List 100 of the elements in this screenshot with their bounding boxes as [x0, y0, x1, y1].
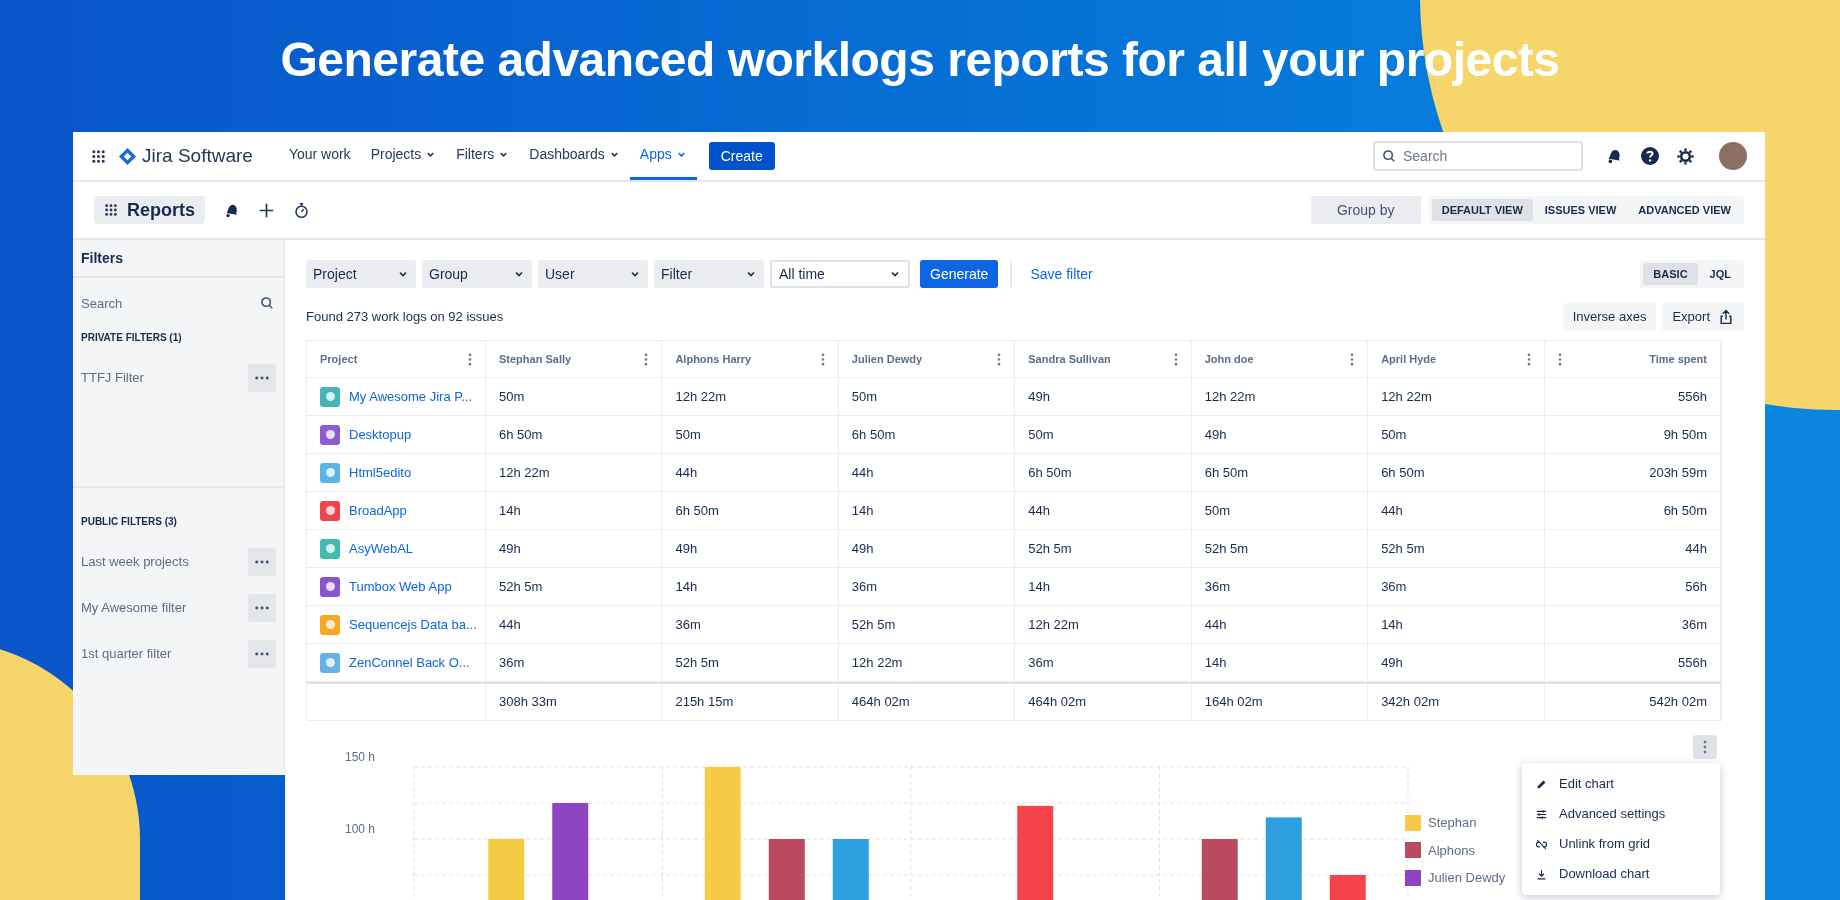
project-link[interactable]: Desktopup	[349, 424, 412, 445]
table-cell: 49h	[486, 530, 663, 568]
mode-tab[interactable]: BASIC	[1643, 263, 1698, 285]
table-cell: 36m	[486, 644, 663, 682]
menu-item[interactable]: Advanced settings	[1522, 799, 1720, 829]
filter-dropdown[interactable]: User	[538, 260, 648, 288]
project-link[interactable]: Sequencejs Data ba...	[349, 614, 477, 635]
sidebar-title: Filters	[81, 248, 123, 268]
more-button[interactable]	[248, 594, 276, 622]
table-cell: 49h	[838, 530, 1016, 568]
download-icon	[1536, 868, 1547, 880]
more-icon	[1557, 352, 1562, 366]
legend-swatch	[1405, 842, 1421, 859]
column-header[interactable]: Stephan Sally	[499, 350, 572, 368]
more-icon	[997, 352, 1002, 366]
group-by-button[interactable]: Group by	[1310, 196, 1421, 224]
axis-tick-label: 100 h	[345, 822, 376, 836]
more-button[interactable]	[248, 364, 276, 392]
table-cell: 6h 50m	[1368, 454, 1545, 492]
add-icon	[258, 201, 275, 219]
table-cell: 6h 50m	[1544, 492, 1721, 530]
view-tab[interactable]: ISSUES VIEW	[1534, 199, 1627, 221]
bar	[1201, 839, 1238, 900]
table-cell: 14h	[1015, 568, 1192, 606]
column-header[interactable]: Julien Dewdy	[851, 350, 923, 368]
project-link[interactable]: BroadApp	[349, 500, 407, 521]
table-cell: 56h	[1544, 568, 1721, 606]
filter-item[interactable]: TTFJ Filter	[81, 368, 144, 388]
more-icon	[1173, 352, 1178, 366]
column-header[interactable]: Alphons Harry	[675, 350, 752, 368]
menu-item[interactable]: Edit chart	[1522, 769, 1720, 799]
avatar[interactable]	[1719, 142, 1747, 170]
export-button[interactable]: Export	[1662, 303, 1744, 331]
filter-dropdown[interactable]: Project	[306, 260, 416, 288]
filter-item[interactable]: My Awesome filter	[81, 598, 187, 618]
view-tab[interactable]: ADVANCED VIEW	[1628, 199, 1741, 221]
product-name: Jira Software	[142, 143, 253, 168]
search-field[interactable]: Search	[1373, 141, 1583, 171]
table-cell: 342h 02m	[1368, 682, 1545, 720]
filter-dropdown[interactable]: Group	[422, 260, 532, 288]
chart-menu-button[interactable]	[1693, 735, 1717, 759]
project-link[interactable]: My Awesome Jira P...	[349, 386, 473, 407]
column-header[interactable]: Sandra Sullivan	[1028, 350, 1111, 368]
search-icon	[1382, 149, 1396, 163]
table-cell: 50m	[1015, 416, 1192, 454]
inverse-axes-button[interactable]: Inverse axes	[1562, 303, 1657, 331]
filter-item[interactable]: Last week projects	[81, 552, 189, 572]
create-button[interactable]: Create	[708, 142, 775, 170]
column-header[interactable]: Time spent	[1649, 350, 1707, 368]
filter-dropdown[interactable]: Filter	[654, 260, 764, 288]
more-icon	[255, 606, 269, 610]
date-range-dropdown[interactable]: All time	[770, 260, 910, 288]
project-link[interactable]: ZenConnel Back O...	[349, 652, 470, 673]
column-header[interactable]: Project	[320, 350, 358, 368]
settings-icon	[1676, 146, 1695, 166]
table-cell: 52h 5m	[1191, 530, 1369, 568]
edit-icon	[1536, 778, 1547, 790]
menu-item[interactable]: Unlink from grid	[1522, 829, 1720, 859]
menu-item[interactable]: Download chart	[1522, 859, 1720, 889]
table-cell: 52h 5m	[838, 606, 1016, 644]
table-cell: 308h 33m	[486, 682, 663, 720]
table-cell: 44h	[1368, 492, 1545, 530]
table-cell: 12h 22m	[838, 644, 1016, 682]
legend-label: Stephan	[1428, 814, 1477, 832]
table-cell: 14h	[1368, 606, 1545, 644]
generate-button[interactable]: Generate	[920, 260, 999, 288]
project-link[interactable]: Tumbox Web App	[349, 576, 452, 597]
column-header[interactable]: John doe	[1204, 350, 1254, 368]
project-link[interactable]: AsyWebAL	[349, 538, 414, 559]
table-cell: 6h 50m	[1191, 454, 1369, 492]
nav-item[interactable]: Dashboards	[519, 132, 630, 180]
column-header[interactable]: April Hyde	[1381, 350, 1437, 368]
table-cell: 12h 22m	[486, 454, 663, 492]
table-cell: 52h 5m	[1368, 530, 1545, 568]
grid-icon	[104, 203, 118, 217]
table-cell: 49h	[1191, 416, 1369, 454]
app-grid-icon	[91, 148, 106, 164]
more-button[interactable]	[248, 640, 276, 668]
table-cell: 49h	[1368, 644, 1545, 682]
legend-label: Julien Dewdy	[1428, 869, 1506, 887]
save-filter-link[interactable]: Save filter	[1024, 263, 1099, 285]
project-link[interactable]: Html5edito	[349, 462, 412, 483]
mode-tab[interactable]: JQL	[1699, 263, 1741, 285]
nav-item[interactable]: Filters	[446, 132, 520, 180]
table-cell: 50m	[1368, 416, 1545, 454]
search-field[interactable]: Search	[81, 288, 256, 318]
table-cell: 44h	[486, 606, 663, 644]
reports-button[interactable]: Reports	[94, 196, 205, 224]
table-cell: 50m	[1191, 492, 1369, 530]
table-cell: 6h 50m	[662, 492, 839, 530]
filter-item[interactable]: 1st quarter filter	[81, 644, 172, 664]
nav-item[interactable]: Projects	[360, 132, 447, 180]
legend-swatch	[1405, 869, 1421, 886]
table-cell: 6h 50m	[1015, 454, 1192, 492]
nav-item[interactable]: Your work	[278, 132, 361, 180]
more-icon	[255, 560, 269, 564]
more-icon	[255, 652, 269, 656]
view-tab[interactable]: DEFAULT VIEW	[1431, 199, 1533, 221]
table-cell: 203h 59m	[1544, 454, 1721, 492]
more-button[interactable]	[248, 548, 276, 576]
